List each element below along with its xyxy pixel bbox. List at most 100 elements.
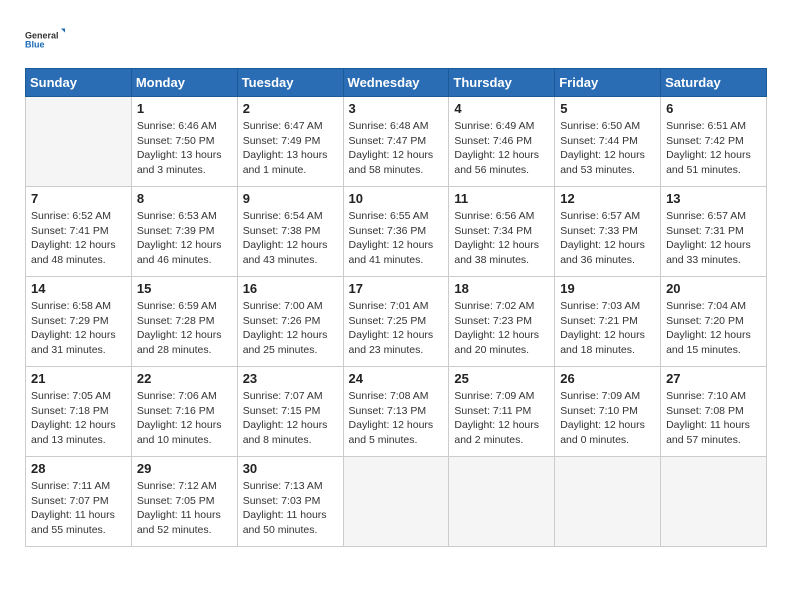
day-number: 2 (243, 101, 338, 116)
day-number: 6 (666, 101, 761, 116)
day-number: 23 (243, 371, 338, 386)
calendar-day-cell: 28 Sunrise: 7:11 AMSunset: 7:07 PMDayligh… (26, 457, 132, 547)
weekday-header-wednesday: Wednesday (343, 69, 449, 97)
day-info: Sunrise: 6:55 AMSunset: 7:36 PMDaylight:… (349, 209, 444, 268)
day-info: Sunrise: 7:04 AMSunset: 7:20 PMDaylight:… (666, 299, 761, 358)
calendar-day-cell (343, 457, 449, 547)
day-number: 25 (454, 371, 549, 386)
calendar-week-row: 14 Sunrise: 6:58 AMSunset: 7:29 PMDayligh… (26, 277, 767, 367)
day-info: Sunrise: 6:58 AMSunset: 7:29 PMDaylight:… (31, 299, 126, 358)
day-number: 7 (31, 191, 126, 206)
day-number: 26 (560, 371, 655, 386)
calendar-day-cell: 17 Sunrise: 7:01 AMSunset: 7:25 PMDayligh… (343, 277, 449, 367)
day-number: 20 (666, 281, 761, 296)
day-info: Sunrise: 7:09 AMSunset: 7:10 PMDaylight:… (560, 389, 655, 448)
calendar-day-cell: 19 Sunrise: 7:03 AMSunset: 7:21 PMDayligh… (555, 277, 661, 367)
day-info: Sunrise: 7:07 AMSunset: 7:15 PMDaylight:… (243, 389, 338, 448)
day-number: 30 (243, 461, 338, 476)
day-number: 17 (349, 281, 444, 296)
weekday-header-monday: Monday (131, 69, 237, 97)
day-info: Sunrise: 7:09 AMSunset: 7:11 PMDaylight:… (454, 389, 549, 448)
weekday-header-thursday: Thursday (449, 69, 555, 97)
calendar-day-cell: 24Sunrise: 7:08 AMSunset: 7:13 PMDayligh… (343, 367, 449, 457)
day-number: 12 (560, 191, 655, 206)
calendar-day-cell: 7 Sunrise: 6:52 AMSunset: 7:41 PMDaylight… (26, 187, 132, 277)
calendar-day-cell: 1Sunrise: 6:46 AMSunset: 7:50 PMDaylight… (131, 97, 237, 187)
calendar-day-cell: 21 Sunrise: 7:05 AMSunset: 7:18 PMDayligh… (26, 367, 132, 457)
day-number: 14 (31, 281, 126, 296)
calendar-day-cell: 5 Sunrise: 6:50 AMSunset: 7:44 PMDaylight… (555, 97, 661, 187)
day-info: Sunrise: 6:57 AMSunset: 7:33 PMDaylight:… (560, 209, 655, 268)
day-info: Sunrise: 7:03 AMSunset: 7:21 PMDaylight:… (560, 299, 655, 358)
weekday-header-row: SundayMondayTuesdayWednesdayThursdayFrid… (26, 69, 767, 97)
calendar-day-cell: 16 Sunrise: 7:00 AMSunset: 7:26 PMDayligh… (237, 277, 343, 367)
day-number: 5 (560, 101, 655, 116)
calendar-day-cell: 3 Sunrise: 6:48 AMSunset: 7:47 PMDaylight… (343, 97, 449, 187)
calendar-day-cell (555, 457, 661, 547)
calendar-day-cell: 18 Sunrise: 7:02 AMSunset: 7:23 PMDayligh… (449, 277, 555, 367)
day-number: 24 (349, 371, 444, 386)
calendar-day-cell: 30 Sunrise: 7:13 AMSunset: 7:03 PMDayligh… (237, 457, 343, 547)
day-number: 3 (349, 101, 444, 116)
day-info: Sunrise: 6:54 AMSunset: 7:38 PMDaylight:… (243, 209, 338, 268)
day-info: Sunrise: 7:01 AMSunset: 7:25 PMDaylight:… (349, 299, 444, 358)
day-info: Sunrise: 7:10 AMSunset: 7:08 PMDaylight:… (666, 389, 761, 448)
day-info: Sunrise: 6:52 AMSunset: 7:41 PMDaylight:… (31, 209, 126, 268)
svg-text:General: General (25, 31, 59, 41)
calendar-day-cell: 2 Sunrise: 6:47 AMSunset: 7:49 PMDaylight… (237, 97, 343, 187)
day-number: 10 (349, 191, 444, 206)
day-info: Sunrise: 6:48 AMSunset: 7:47 PMDaylight:… (349, 119, 444, 178)
calendar-day-cell: 27Sunrise: 7:10 AMSunset: 7:08 PMDayligh… (661, 367, 767, 457)
calendar-day-cell: 20 Sunrise: 7:04 AMSunset: 7:20 PMDayligh… (661, 277, 767, 367)
calendar-day-cell: 12 Sunrise: 6:57 AMSunset: 7:33 PMDayligh… (555, 187, 661, 277)
day-info: Sunrise: 6:51 AMSunset: 7:42 PMDaylight:… (666, 119, 761, 178)
day-info: Sunrise: 7:05 AMSunset: 7:18 PMDaylight:… (31, 389, 126, 448)
day-info: Sunrise: 6:56 AMSunset: 7:34 PMDaylight:… (454, 209, 549, 268)
day-info: Sunrise: 6:50 AMSunset: 7:44 PMDaylight:… (560, 119, 655, 178)
calendar-day-cell: 6 Sunrise: 6:51 AMSunset: 7:42 PMDaylight… (661, 97, 767, 187)
day-info: Sunrise: 7:13 AMSunset: 7:03 PMDaylight:… (243, 479, 338, 538)
calendar-day-cell (661, 457, 767, 547)
day-number: 19 (560, 281, 655, 296)
logo: General Blue (25, 20, 65, 60)
calendar-week-row: 28 Sunrise: 7:11 AMSunset: 7:07 PMDayligh… (26, 457, 767, 547)
day-number: 21 (31, 371, 126, 386)
svg-text:Blue: Blue (25, 40, 45, 50)
weekday-header-saturday: Saturday (661, 69, 767, 97)
day-number: 22 (137, 371, 232, 386)
calendar-day-cell: 26 Sunrise: 7:09 AMSunset: 7:10 PMDayligh… (555, 367, 661, 457)
calendar-day-cell: 25 Sunrise: 7:09 AMSunset: 7:11 PMDayligh… (449, 367, 555, 457)
calendar-day-cell: 4Sunrise: 6:49 AMSunset: 7:46 PMDaylight… (449, 97, 555, 187)
calendar-day-cell: 9 Sunrise: 6:54 AMSunset: 7:38 PMDaylight… (237, 187, 343, 277)
calendar-day-cell: 23 Sunrise: 7:07 AMSunset: 7:15 PMDayligh… (237, 367, 343, 457)
day-info: Sunrise: 6:47 AMSunset: 7:49 PMDaylight:… (243, 119, 338, 178)
calendar-day-cell (449, 457, 555, 547)
day-info: Sunrise: 7:02 AMSunset: 7:23 PMDaylight:… (454, 299, 549, 358)
calendar-week-row: 1Sunrise: 6:46 AMSunset: 7:50 PMDaylight… (26, 97, 767, 187)
day-info: Sunrise: 7:06 AMSunset: 7:16 PMDaylight:… (137, 389, 232, 448)
page-header: General Blue (25, 20, 767, 60)
day-number: 9 (243, 191, 338, 206)
day-number: 18 (454, 281, 549, 296)
day-info: Sunrise: 7:00 AMSunset: 7:26 PMDaylight:… (243, 299, 338, 358)
day-info: Sunrise: 6:59 AMSunset: 7:28 PMDaylight:… (137, 299, 232, 358)
day-number: 13 (666, 191, 761, 206)
calendar-day-cell: 14 Sunrise: 6:58 AMSunset: 7:29 PMDayligh… (26, 277, 132, 367)
day-number: 8 (137, 191, 232, 206)
calendar-week-row: 21 Sunrise: 7:05 AMSunset: 7:18 PMDayligh… (26, 367, 767, 457)
calendar-day-cell: 11Sunrise: 6:56 AMSunset: 7:34 PMDayligh… (449, 187, 555, 277)
calendar-day-cell: 10 Sunrise: 6:55 AMSunset: 7:36 PMDayligh… (343, 187, 449, 277)
day-number: 1 (137, 101, 232, 116)
day-info: Sunrise: 6:57 AMSunset: 7:31 PMDaylight:… (666, 209, 761, 268)
day-number: 28 (31, 461, 126, 476)
day-info: Sunrise: 6:49 AMSunset: 7:46 PMDaylight:… (454, 119, 549, 178)
day-number: 16 (243, 281, 338, 296)
weekday-header-sunday: Sunday (26, 69, 132, 97)
day-info: Sunrise: 7:11 AMSunset: 7:07 PMDaylight:… (31, 479, 126, 538)
calendar-day-cell: 13 Sunrise: 6:57 AMSunset: 7:31 PMDayligh… (661, 187, 767, 277)
weekday-header-friday: Friday (555, 69, 661, 97)
calendar-day-cell: 8Sunrise: 6:53 AMSunset: 7:39 PMDaylight… (131, 187, 237, 277)
day-number: 29 (137, 461, 232, 476)
calendar-table: SundayMondayTuesdayWednesdayThursdayFrid… (25, 68, 767, 547)
logo-svg: General Blue (25, 20, 65, 60)
